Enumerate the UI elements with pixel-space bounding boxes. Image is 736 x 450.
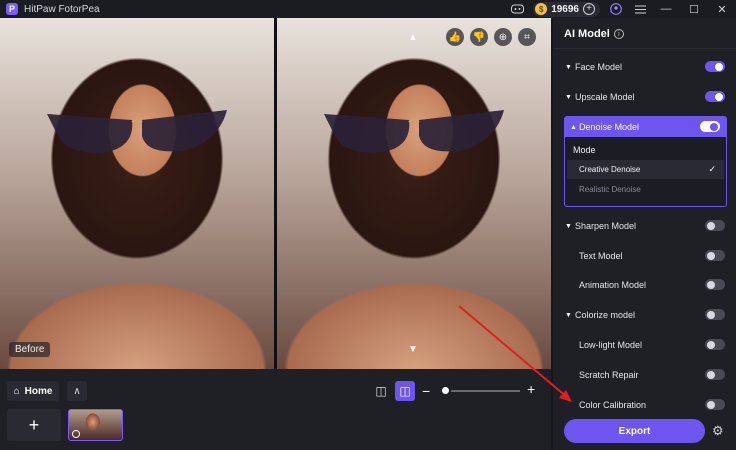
- minimize-button[interactable]: —: [652, 0, 680, 18]
- discord-icon[interactable]: [510, 2, 524, 16]
- title-bar-controls: $ 19696 + — ☐ ✕: [505, 0, 736, 18]
- animation-model-toggle[interactable]: [705, 279, 725, 290]
- arrow-up-icon[interactable]: ▲: [408, 32, 418, 43]
- collapse-up-button[interactable]: ∧: [67, 381, 87, 401]
- model-label: Upscale Model: [575, 92, 635, 102]
- caret-down-icon: ▼: [565, 222, 572, 230]
- split-view-button[interactable]: ◫: [371, 381, 391, 401]
- sunglasses-shape: [47, 110, 227, 153]
- mode-option-creative[interactable]: Creative Denoise ✓: [567, 160, 724, 179]
- add-coins-icon[interactable]: +: [583, 3, 595, 15]
- app-title: HitPaw FotorPea: [24, 3, 100, 15]
- info-icon[interactable]: i: [613, 29, 624, 39]
- model-label: Scratch Repair: [579, 370, 639, 380]
- add-image-button[interactable]: +: [7, 409, 61, 441]
- sunglasses-shape: [324, 110, 504, 153]
- app-logo: P: [6, 3, 18, 15]
- model-label: Animation Model: [579, 280, 647, 290]
- face-model-toggle[interactable]: [705, 61, 725, 72]
- model-label: Text Model: [579, 251, 623, 261]
- thumbs-down-icon[interactable]: 👎: [470, 28, 488, 46]
- text-model-toggle[interactable]: [705, 250, 725, 261]
- mode-label: Mode: [573, 145, 596, 155]
- bottom-bar: ⌂ Home ∧ + ◫ ◫ − +: [0, 369, 551, 450]
- model-row-animation[interactable]: Animation Model: [565, 275, 725, 295]
- split-view-icon: ◫: [375, 384, 387, 398]
- sharpen-model-toggle[interactable]: [705, 220, 725, 231]
- coin-icon: $: [535, 3, 548, 15]
- home-label: Home: [24, 385, 53, 397]
- model-row-upscale[interactable]: ▼ Upscale Model: [565, 87, 725, 107]
- title-bar: P HitPaw FotorPea $ 19696 + — ☐ ✕: [0, 0, 736, 18]
- upscale-model-toggle[interactable]: [705, 91, 725, 102]
- model-label: Face Model: [575, 62, 623, 72]
- zoom-in-button[interactable]: +: [527, 381, 535, 397]
- chevron-up-icon: ∧: [73, 385, 81, 397]
- mode-option-realistic[interactable]: Realistic Denoise: [567, 180, 724, 199]
- model-row-sharpen[interactable]: ▼ Sharpen Model: [565, 216, 725, 236]
- model-label: Denoise Model: [579, 122, 640, 132]
- panel-title: AI Model i: [564, 28, 624, 40]
- zoom-slider-track[interactable]: [440, 390, 520, 392]
- before-image-panel[interactable]: [0, 18, 274, 369]
- color-calibration-toggle[interactable]: [705, 399, 725, 410]
- zoom-icon[interactable]: ⊕: [494, 28, 512, 46]
- close-button[interactable]: ✕: [708, 0, 736, 18]
- account-icon[interactable]: [609, 2, 623, 16]
- coin-balance[interactable]: $ 19696 +: [533, 1, 600, 17]
- zoom-out-button[interactable]: −: [422, 383, 430, 399]
- home-button[interactable]: ⌂ Home: [7, 381, 59, 401]
- model-row-text[interactable]: Text Model: [565, 246, 725, 266]
- before-label: Before: [9, 342, 51, 357]
- image-toolbar: 👍 👎 ⊕ ⌗: [446, 28, 536, 46]
- zoom-slider-handle[interactable]: [440, 385, 451, 396]
- model-row-face[interactable]: ▼ Face Model: [565, 57, 725, 77]
- model-label: Low-light Model: [579, 340, 643, 350]
- model-row-color-calibration[interactable]: Color Calibration: [565, 395, 725, 415]
- ai-model-panel: AI Model i ▼ Face Model ▼ Upscale Model …: [553, 18, 736, 450]
- caret-down-icon: ▼: [565, 63, 572, 71]
- crop-icon[interactable]: ⌗: [518, 28, 536, 46]
- clock-icon: [72, 430, 80, 438]
- denoise-model-toggle[interactable]: [700, 121, 720, 132]
- mode-option-label: Creative Denoise: [579, 165, 641, 174]
- panel-separator: [553, 48, 736, 49]
- caret-up-icon: ▲: [570, 123, 577, 131]
- after-photo: [277, 18, 551, 369]
- model-row-low-light[interactable]: Low-light Model: [565, 335, 725, 355]
- compare-view-button[interactable]: ◫: [395, 381, 415, 401]
- caret-down-icon: ▼: [565, 311, 572, 319]
- coin-count: 19696: [551, 3, 579, 15]
- scratch-repair-toggle[interactable]: [705, 369, 725, 380]
- model-row-scratch-repair[interactable]: Scratch Repair: [565, 365, 725, 385]
- model-label: Colorize model: [575, 310, 636, 320]
- checkmark-icon: ✓: [708, 164, 716, 174]
- menu-icon[interactable]: [633, 2, 647, 16]
- home-icon: ⌂: [13, 385, 20, 397]
- mode-option-label: Realistic Denoise: [579, 185, 641, 194]
- caret-down-icon: ▼: [565, 93, 572, 101]
- model-row-colorize[interactable]: ▼ Colorize model: [565, 305, 725, 325]
- app-logo-letter: P: [8, 4, 15, 14]
- export-button[interactable]: Export: [564, 419, 705, 443]
- arrow-down-icon[interactable]: ▼: [408, 344, 418, 355]
- image-thumbnail[interactable]: [68, 409, 123, 441]
- model-label: Color Calibration: [579, 400, 647, 410]
- low-light-model-toggle[interactable]: [705, 339, 725, 350]
- model-label: Sharpen Model: [575, 221, 637, 231]
- denoise-model-header[interactable]: ▲ Denoise Model: [565, 117, 726, 137]
- settings-icon[interactable]: ⚙: [712, 423, 724, 439]
- before-photo: [0, 18, 274, 369]
- plus-icon: +: [28, 414, 40, 435]
- compare-view-icon: ◫: [399, 384, 411, 398]
- thumbs-up-icon[interactable]: 👍: [446, 28, 464, 46]
- panel-title-text: AI Model: [564, 28, 610, 40]
- denoise-model-section: ▲ Denoise Model Mode Creative Denoise ✓ …: [564, 116, 727, 207]
- after-image-panel[interactable]: [277, 18, 551, 369]
- maximize-button[interactable]: ☐: [680, 0, 708, 18]
- colorize-model-toggle[interactable]: [705, 309, 725, 320]
